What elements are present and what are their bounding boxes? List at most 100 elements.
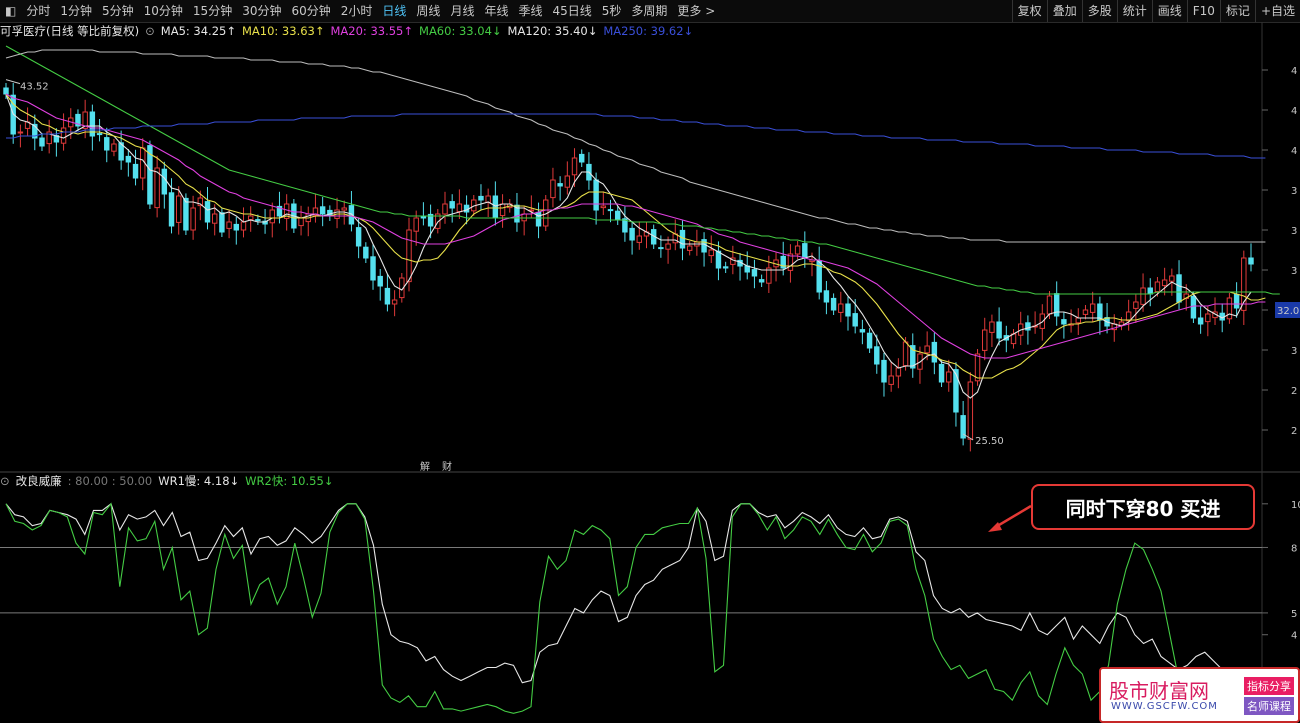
candle-body-17 xyxy=(125,155,132,163)
candle-body-22 xyxy=(161,168,168,195)
candle-body-50 xyxy=(363,246,369,259)
candle-body-125 xyxy=(902,341,909,367)
candle-body-129 xyxy=(931,341,938,363)
candle-body-138 xyxy=(996,321,1002,339)
candle-body-145 xyxy=(1046,295,1053,315)
candle-body-32 xyxy=(233,223,240,231)
site-watermark: 股市财富网 WWW.GSCFW.COM 指标分享 名师课程 xyxy=(1099,667,1300,723)
candle-body-84 xyxy=(607,209,614,212)
high-label: 43.52 xyxy=(20,82,49,93)
candle-body-147 xyxy=(1061,319,1067,325)
candle-body-105 xyxy=(758,279,765,283)
main-ytick-label-2: 3 xyxy=(1291,346,1297,357)
candle-body-53 xyxy=(384,287,391,305)
event-label-1: 财 xyxy=(442,460,452,473)
candle-body-56 xyxy=(406,229,412,283)
candle-body-158 xyxy=(1140,287,1146,305)
candle-body-122 xyxy=(881,359,887,383)
candle-body-98 xyxy=(708,249,714,257)
main-ytick-label-1: 2 xyxy=(1291,386,1297,397)
sub-ytick-label-0: 4 xyxy=(1291,631,1297,642)
candle-body-163 xyxy=(1176,274,1182,303)
candle-body-80 xyxy=(579,153,585,163)
candle-body-15 xyxy=(111,143,117,152)
main-ytick-label-9: 4 xyxy=(1291,66,1297,77)
candle-body-151 xyxy=(1089,303,1096,313)
candle-body-134 xyxy=(967,381,974,440)
wr-line-0 xyxy=(5,502,1232,714)
candle-body-170 xyxy=(1226,297,1233,320)
candle-body-31 xyxy=(226,221,232,229)
candle-body-173 xyxy=(1248,257,1254,265)
candle-body-77 xyxy=(557,183,563,187)
candle-body-95 xyxy=(686,245,693,251)
candle-body-41 xyxy=(298,217,304,227)
watermark-tag-course: 名师课程 xyxy=(1244,697,1294,715)
candle-body-58 xyxy=(420,216,427,219)
candle-body-69 xyxy=(499,203,506,217)
main-ytick-label-5: 3 xyxy=(1291,226,1297,237)
candle-body-136 xyxy=(982,329,988,351)
candle-body-118 xyxy=(852,313,858,327)
candle-body-61 xyxy=(442,203,448,215)
candle-body-117 xyxy=(845,303,851,317)
candle-body-165 xyxy=(1190,295,1197,319)
candle-body-66 xyxy=(478,195,484,201)
candle-body-94 xyxy=(679,229,686,249)
candle-body-119 xyxy=(859,329,866,333)
candle-body-160 xyxy=(1154,281,1161,293)
candle-body-104 xyxy=(751,269,758,277)
candle-body-76 xyxy=(550,179,556,199)
callout-text: 同时下穿80 买进 xyxy=(1065,496,1221,521)
candle-body-26 xyxy=(190,207,196,231)
main-ytick-label-0: 2 xyxy=(1291,426,1297,437)
candle-body-33 xyxy=(240,221,247,231)
candle-body-116 xyxy=(838,303,844,313)
candle-body-24 xyxy=(175,195,182,223)
candle-body-28 xyxy=(204,201,211,223)
candle-body-162 xyxy=(1169,275,1175,282)
watermark-logo: 股市财富网 xyxy=(1109,679,1209,703)
candle-body-0 xyxy=(3,87,9,95)
candle-body-128 xyxy=(924,345,930,354)
candle-body-121 xyxy=(874,346,880,365)
candle-body-34 xyxy=(247,215,254,221)
callout-arrow-line xyxy=(993,504,1032,530)
candle-body-57 xyxy=(413,217,419,232)
candle-body-18 xyxy=(132,163,139,179)
low-label: 25.50 xyxy=(975,436,1004,447)
candle-body-171 xyxy=(1233,293,1240,309)
candle-body-51 xyxy=(370,256,376,281)
candle-body-120 xyxy=(866,332,873,349)
candle-body-124 xyxy=(895,367,902,377)
buy-signal-callout: 同时下穿80 买进 xyxy=(1031,484,1255,530)
ma-line-ma5 xyxy=(5,93,1252,399)
candle-body-44 xyxy=(319,206,326,215)
kline-chart[interactable]: 223333344443.5225.50解财32.045810 xyxy=(0,0,1300,723)
sub-ytick-label-3: 10 xyxy=(1291,500,1300,511)
candle-body-114 xyxy=(823,290,830,303)
main-ytick-label-4: 3 xyxy=(1291,266,1297,277)
candle-body-29 xyxy=(211,213,218,224)
candle-body-74 xyxy=(535,211,542,227)
main-ytick-label-7: 4 xyxy=(1291,146,1297,157)
candle-body-167 xyxy=(1205,313,1211,323)
sub-ytick-label-2: 8 xyxy=(1291,543,1297,554)
candle-body-150 xyxy=(1082,309,1089,315)
candle-body-2 xyxy=(17,131,24,134)
candle-body-157 xyxy=(1133,301,1139,309)
ma-line-ma10 xyxy=(5,93,1266,379)
candle-body-14 xyxy=(104,137,110,151)
candle-body-100 xyxy=(722,266,729,269)
candle-body-37 xyxy=(269,209,275,224)
candle-body-131 xyxy=(946,371,952,383)
candle-body-49 xyxy=(355,227,362,247)
candle-body-137 xyxy=(989,321,995,333)
candle-body-25 xyxy=(183,197,189,231)
candle-body-149 xyxy=(1075,317,1082,324)
price-tag-label: 32.0 xyxy=(1277,306,1299,317)
candle-body-52 xyxy=(377,275,383,287)
wr-line-1 xyxy=(5,502,1231,714)
candle-body-82 xyxy=(593,179,599,211)
candle-body-85 xyxy=(614,210,621,221)
